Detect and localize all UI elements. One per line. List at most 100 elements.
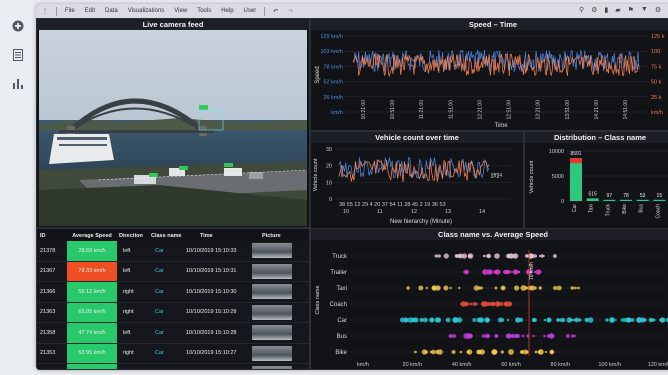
scatter-point: [482, 302, 486, 306]
count-ytick: 20: [326, 164, 332, 170]
table-row[interactable]: 21378 28.69 km/h left Car 10/10/2019 15:10:3…: [37, 241, 309, 262]
gear-icon[interactable]: ⚙: [655, 6, 661, 14]
menu-visualizations[interactable]: Visualizations: [123, 8, 170, 14]
scatter-point: [425, 286, 429, 290]
vehicle-thumbnail[interactable]: [252, 366, 292, 369]
speed-ytick: km/h: [331, 110, 343, 116]
scatter-point: [451, 350, 456, 354]
table-row[interactable]: 21353 53.95 km/h right Car 10/10/2019 15:10:…: [37, 343, 309, 364]
table-row[interactable]: 21367 79.33 km/h left Car 10/10/2019 15:10:3…: [37, 261, 309, 282]
table-row[interactable]: 2135265.71 km/hrightCar10/10/2019 15:10:…: [37, 364, 309, 369]
speed-xtick: 12:21:00: [477, 100, 483, 120]
camera-panel: Live camera feed: [36, 18, 310, 228]
cell-id: 21367: [40, 268, 56, 275]
harbour-scene: [39, 30, 307, 226]
cell-class: Car: [155, 309, 164, 316]
vehicle-thumbnail[interactable]: [252, 304, 292, 320]
col-class[interactable]: Class name: [147, 233, 182, 239]
add-icon[interactable]: [10, 18, 26, 34]
settings-icon[interactable]: ⚙: [591, 6, 597, 14]
speed-rtick: 50 k: [651, 80, 662, 86]
scatter-point: [512, 254, 516, 258]
scatter-category-label: Truck: [332, 254, 348, 260]
menu-file[interactable]: File: [60, 8, 80, 14]
count-series-line: [338, 159, 490, 183]
scatter-point: [472, 318, 477, 322]
menu-help[interactable]: Help: [216, 8, 238, 14]
cell-id: 21366: [40, 288, 56, 295]
scatter-point: [507, 253, 512, 259]
bar-chart-icon-glyph: [13, 79, 23, 89]
scatter-point: [494, 334, 498, 338]
col-speed[interactable]: Average Speed: [67, 231, 117, 241]
cell-picture: [252, 284, 300, 300]
col-time[interactable]: Time: [182, 233, 252, 239]
table-row[interactable]: 21366 59.12 km/h right Car 10/10/2019 15:10:…: [37, 282, 309, 303]
menu-data[interactable]: Data: [100, 8, 123, 14]
cell-speed: 65.71 km/h: [67, 364, 117, 369]
cell-id: 21378: [40, 247, 56, 254]
cell-direction: right: [123, 288, 134, 295]
col-id[interactable]: ID: [37, 233, 67, 239]
filter-icon[interactable]: ▼: [641, 6, 648, 14]
scatter-point: [486, 253, 491, 259]
comment-icon[interactable]: ▰: [615, 6, 620, 14]
cell-class: Car: [155, 268, 164, 275]
scatter-point: [552, 254, 557, 258]
scatter-point: [406, 286, 410, 290]
vehicle-thumbnail[interactable]: [252, 243, 292, 259]
scatter-point: [461, 302, 465, 306]
scatter-point: [549, 349, 555, 355]
col-picture[interactable]: Picture: [252, 233, 300, 239]
table-row[interactable]: 21363 65.05 km/h right Car 10/10/2019 15:10:…: [37, 302, 309, 323]
dist-value-label: 97: [607, 193, 613, 199]
speed-rtick: km/h: [651, 110, 663, 116]
speed-time-panel: Speed – Time 129 km/h 125 k 103 km/h 100 78 …: [310, 18, 668, 131]
scatter-point: [453, 317, 458, 323]
count-ylabel: Vehicle count: [313, 158, 319, 191]
scatter-point: [484, 317, 490, 323]
document-icon[interactable]: [10, 47, 26, 63]
flag-icon[interactable]: ⚑: [628, 6, 634, 14]
table-body: 21378 28.69 km/h left Car 10/10/2019 15:10:3…: [37, 241, 309, 369]
menu-edit[interactable]: Edit: [80, 8, 100, 14]
vehicle-count-chart: 30 20 10 0 Vehicle count [[ff]]4 38 55 12 29 4…: [313, 147, 511, 225]
dist-bar: [570, 158, 582, 201]
speed-ytick: 103 km/h: [320, 49, 343, 55]
menu-view[interactable]: View: [169, 8, 192, 14]
scatter-point: [473, 285, 480, 291]
camera-panel-title: Live camera feed: [37, 19, 309, 30]
col-direction[interactable]: Direction: [117, 233, 147, 239]
speed-ytick: 52 km/h: [323, 80, 343, 86]
vehicle-thumbnail[interactable]: [252, 325, 292, 341]
scatter-point: [659, 318, 662, 322]
menu-tools[interactable]: Tools: [192, 8, 216, 14]
cell-picture: [252, 345, 300, 361]
menu-user[interactable]: User: [239, 8, 262, 14]
scatter-point: [512, 269, 518, 275]
scatter-point: [431, 349, 436, 355]
vehicle-count-panel: Vehicle count over time 30 20 10 0 Vehicle c…: [310, 131, 524, 229]
redo-icon[interactable]: ↷: [283, 8, 298, 15]
scatter-point: [500, 350, 504, 354]
dist-category-label: Car: [572, 204, 578, 212]
cell-id: 21358: [40, 329, 56, 336]
document-icon-glyph: [13, 49, 23, 61]
menu-grip-icon[interactable]: ⋮: [36, 8, 53, 15]
speed-ytick: 26 km/h: [323, 95, 343, 101]
bookmark-icon[interactable]: ▮: [604, 6, 608, 14]
scatter-xtick: 60 km/h: [501, 362, 521, 368]
search-icon[interactable]: ⚲: [579, 6, 584, 14]
scatter-point: [532, 318, 536, 322]
scatter-point: [500, 285, 506, 291]
vehicle-thumbnail[interactable]: [252, 284, 292, 300]
vehicle-thumbnail[interactable]: [252, 263, 292, 279]
scatter-point: [494, 286, 498, 290]
distribution-panel: Distribution – Class name 10000 5000 0 Vehi…: [524, 131, 668, 229]
speed-xtick: 12:51:00: [507, 100, 513, 120]
bar-chart-icon[interactable]: [10, 76, 26, 92]
vehicle-thumbnail[interactable]: [252, 345, 292, 361]
undo-icon[interactable]: ↶: [268, 8, 283, 15]
scatter-point: [443, 285, 449, 291]
table-row[interactable]: 21358 47.74 km/h left Car 10/10/2019 15:10:2…: [37, 323, 309, 344]
